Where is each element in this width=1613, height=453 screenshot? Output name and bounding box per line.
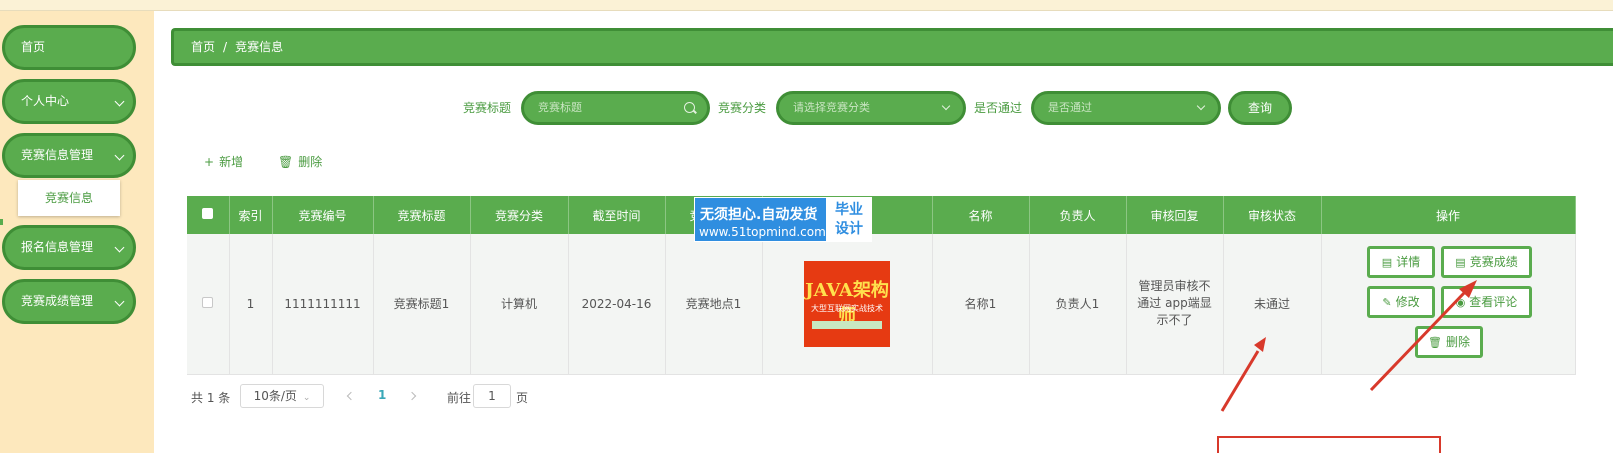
arrow-icon	[1369, 280, 1477, 392]
annotation-arrows	[1220, 280, 1477, 412]
annotation-box	[1217, 436, 1441, 453]
arrow-icon	[1220, 337, 1266, 412]
